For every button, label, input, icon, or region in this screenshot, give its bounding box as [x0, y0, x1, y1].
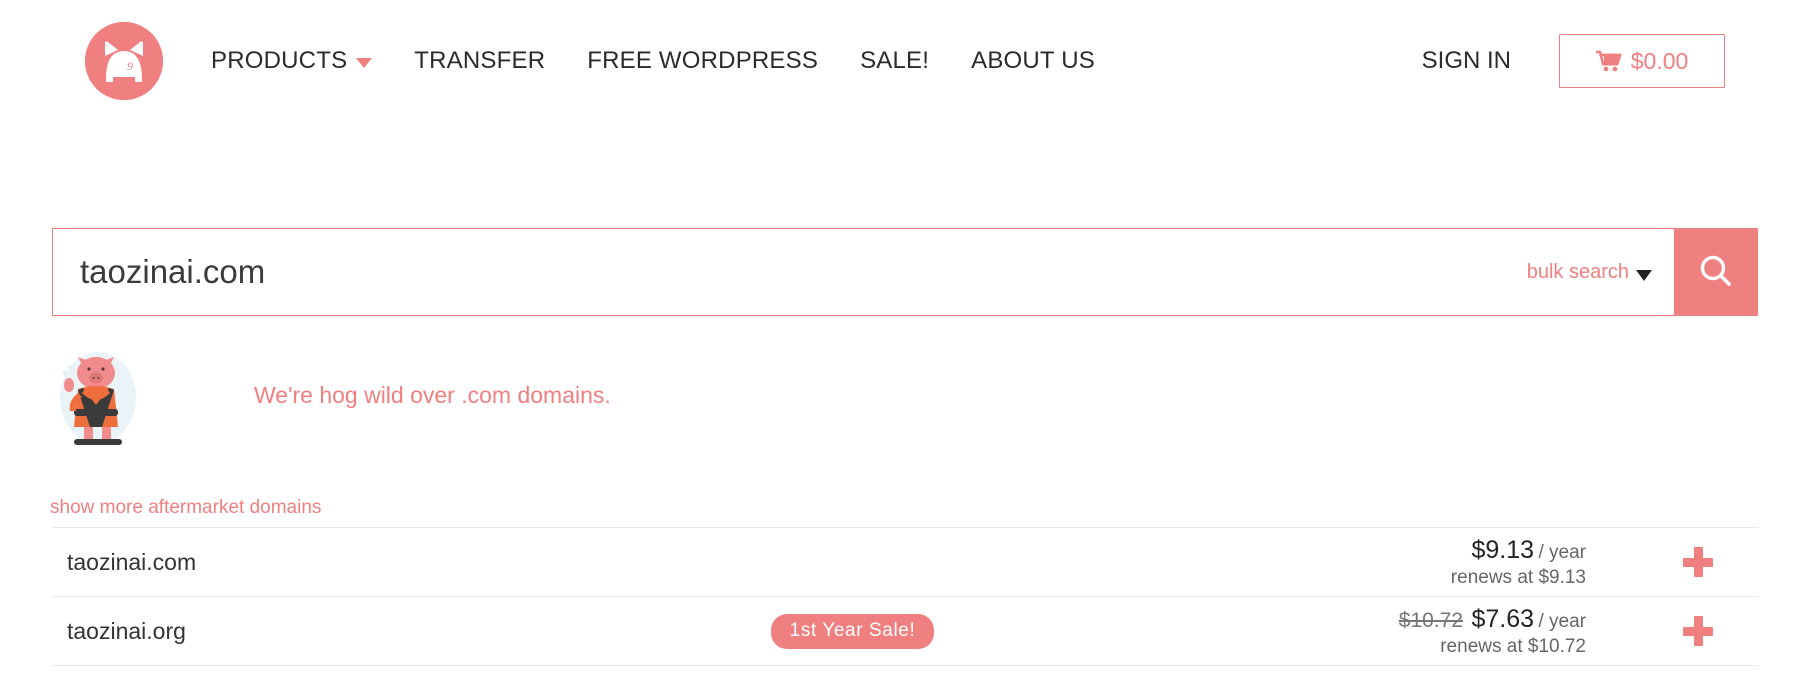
nav-label-transfer: TRANSFER	[414, 47, 546, 74]
nav-label-sale: SALE!	[860, 47, 930, 74]
bulk-search-toggle[interactable]: bulk search	[1527, 261, 1652, 284]
sign-in-link[interactable]: SIGN IN	[1422, 47, 1511, 75]
result-price-block: $10.72 $7.63 / year renews at $10.72	[1208, 603, 1638, 659]
result-price-period: / year	[1538, 541, 1586, 563]
domain-search-bar: bulk search	[52, 228, 1758, 316]
nav-item-about-us[interactable]: ABOUT US	[950, 47, 1116, 75]
nav-item-transfer[interactable]: TRANSFER	[393, 47, 566, 75]
chevron-down-icon	[356, 58, 373, 68]
result-price: $9.13	[1471, 535, 1535, 564]
add-to-cart-button[interactable]	[1638, 547, 1758, 577]
nav-label-products: PRODUCTS	[211, 47, 348, 74]
result-badge-slot: 1st Year Sale!	[497, 613, 1208, 649]
show-more-aftermarket-domains-link[interactable]: show more aftermarket domains	[50, 497, 321, 519]
add-to-cart-button[interactable]	[1638, 616, 1758, 646]
promo-message-row: We're hog wild over .com domains.	[52, 340, 611, 450]
porkbun-pig-logo-icon: 9	[85, 22, 163, 100]
svg-text:9: 9	[127, 59, 133, 73]
site-header: 9 PRODUCTS TRANSFER FREE WORDPRESS SALE!…	[0, 0, 1810, 122]
magnifier-icon	[1698, 253, 1734, 292]
chevron-down-icon	[1636, 269, 1652, 281]
bulk-search-label: bulk search	[1526, 260, 1629, 283]
main-nav: PRODUCTS TRANSFER FREE WORDPRESS SALE! A…	[211, 47, 1116, 75]
plus-icon	[1683, 616, 1713, 646]
result-renewal-price: renews at $10.72	[1440, 635, 1586, 657]
nav-item-free-wordpress[interactable]: FREE WORDPRESS	[566, 47, 839, 75]
result-price: $7.63	[1471, 604, 1535, 633]
search-submit-button[interactable]	[1674, 228, 1758, 316]
result-domain-name: taozinai.org	[67, 617, 186, 644]
page-root: 9 PRODUCTS TRANSFER FREE WORDPRESS SALE!…	[0, 0, 1810, 682]
status-badge: 1st Year Sale!	[770, 613, 935, 649]
search-field-container: bulk search	[52, 228, 1674, 316]
nav-item-sale[interactable]: SALE!	[839, 47, 950, 75]
result-renewal-price: renews at $9.13	[1450, 566, 1586, 588]
table-row[interactable]: taozinai.com $9.13 / year renews at $9.1…	[52, 527, 1758, 596]
plus-icon	[1683, 547, 1713, 577]
nav-item-products[interactable]: PRODUCTS	[211, 47, 393, 75]
header-actions: SIGN IN $0.00	[1422, 34, 1725, 88]
cart-button[interactable]: $0.00	[1559, 34, 1725, 88]
logo-link[interactable]: 9	[85, 22, 163, 100]
nav-label-about-us: ABOUT US	[971, 47, 1095, 74]
table-row[interactable]: taozinai.org 1st Year Sale! $10.72 $7.63…	[52, 596, 1758, 665]
table-row[interactable]: taozinai.co.jp	[52, 665, 1758, 682]
shopping-cart-icon	[1595, 50, 1622, 72]
nav-label-free-wordpress: FREE WORDPRESS	[587, 47, 819, 74]
result-domain-name: taozinai.com	[67, 548, 197, 575]
pig-in-bathrobe-mascot-icon	[52, 343, 144, 448]
domain-results-list: taozinai.com $9.13 / year renews at $9.1…	[52, 527, 1758, 682]
domain-search-input[interactable]	[80, 253, 1527, 291]
promo-message-text: We're hog wild over .com domains.	[254, 381, 611, 408]
cart-amount-label: $0.00	[1630, 47, 1689, 74]
result-price-block: $9.13 / year renews at $9.13	[1208, 534, 1638, 590]
result-price-period: / year	[1538, 610, 1586, 632]
result-old-price: $10.72	[1398, 608, 1463, 632]
